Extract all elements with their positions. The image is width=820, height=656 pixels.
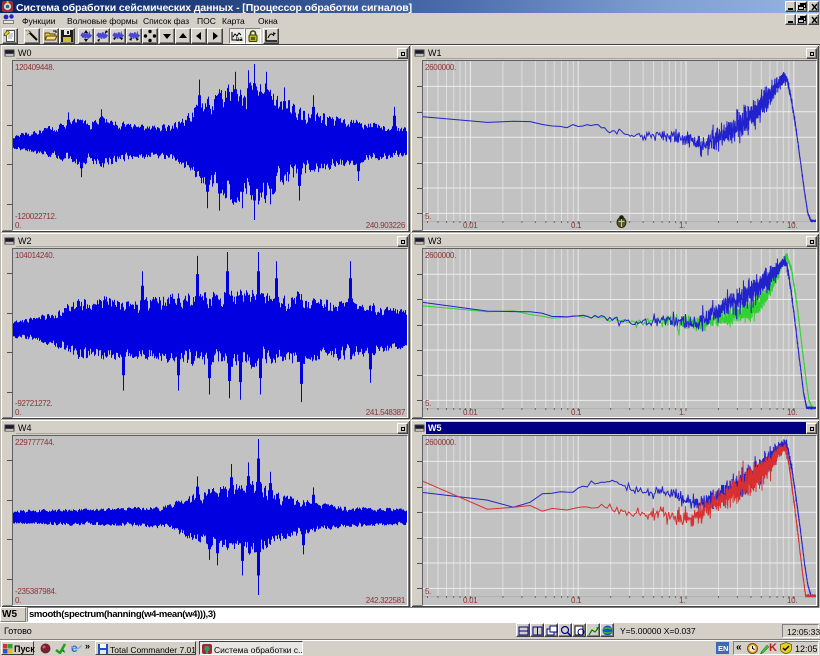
svg-text:ba: ba: [236, 37, 243, 43]
